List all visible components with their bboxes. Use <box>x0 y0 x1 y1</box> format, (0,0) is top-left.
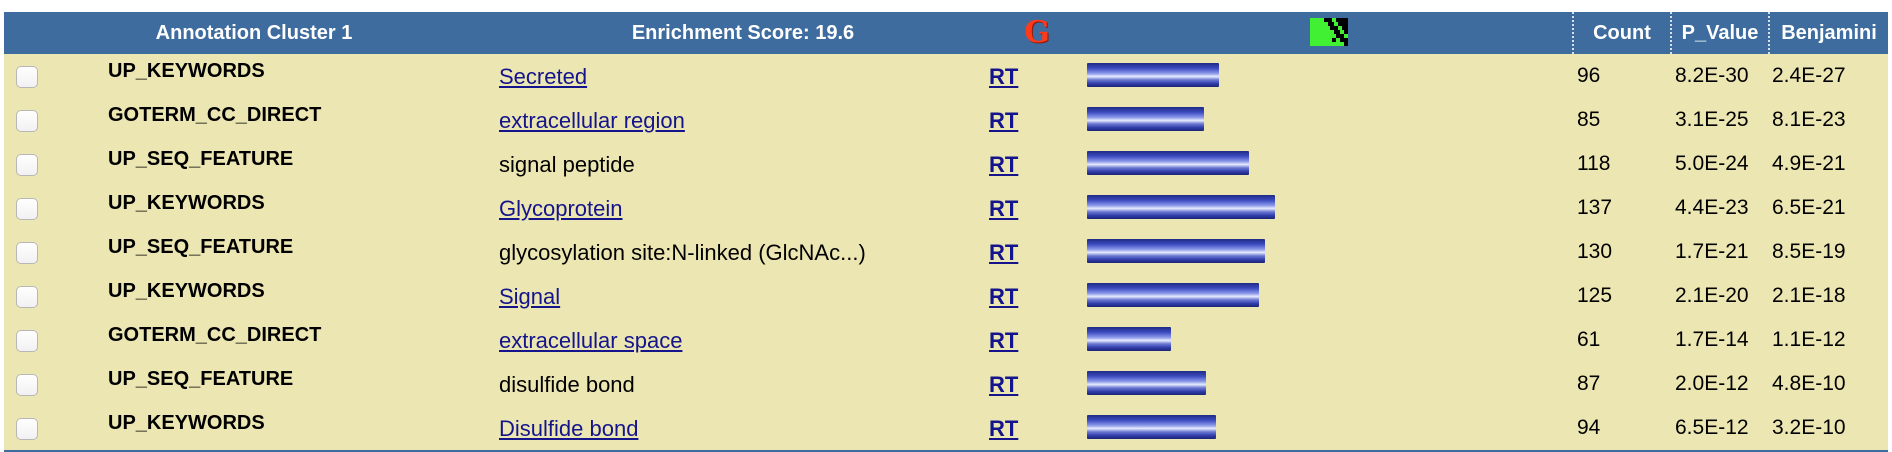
table-row: UP_KEYWORDS Disulfide bond RT 94 6.5E-12 3.2E… <box>4 406 1888 450</box>
enrichment-score: Enrichment Score: 19.6 <box>631 22 855 44</box>
term-link[interactable]: extracellular space <box>499 328 682 354</box>
pvalue-value: 1.7E-21 <box>1675 240 1749 263</box>
benjamini-value: 3.2E-10 <box>1772 416 1846 439</box>
table-row: UP_SEQ_FEATURE signal peptide RT 118 5.0E-24… <box>4 142 1888 186</box>
count-value: 94 <box>1577 416 1601 439</box>
count-bar <box>1087 415 1216 439</box>
count-value: 118 <box>1577 152 1611 175</box>
pvalue-value: 5.0E-24 <box>1675 152 1749 175</box>
count-value: 61 <box>1577 328 1601 351</box>
table-row: UP_SEQ_FEATURE glycosylation site:N-linke… <box>4 230 1888 274</box>
count-value: 130 <box>1577 240 1613 263</box>
count-value: 137 <box>1577 196 1613 219</box>
category-label: UP_KEYWORDS <box>108 60 265 82</box>
table-row: UP_KEYWORDS Glycoprotein RT 137 4.4E-23 6.5E-… <box>4 186 1888 230</box>
benjamini-value: 4.8E-10 <box>1772 372 1846 395</box>
rt-link[interactable]: RT <box>989 64 1018 90</box>
benjamini-value: 6.5E-21 <box>1772 196 1846 219</box>
term-link[interactable]: Glycoprotein <box>499 196 623 222</box>
benjamini-value: 4.9E-21 <box>1772 152 1846 175</box>
pvalue-value: 2.1E-20 <box>1675 284 1749 307</box>
row-checkbox[interactable] <box>16 66 38 88</box>
count-bar <box>1087 151 1249 175</box>
count-bar <box>1087 327 1171 351</box>
term-label: signal peptide <box>499 152 635 177</box>
pvalue-value: 4.4E-23 <box>1675 196 1749 219</box>
count-value: 96 <box>1577 64 1601 87</box>
annotation-cluster-table: Annotation Cluster 1 Enrichment Score: 1… <box>4 12 1888 452</box>
category-label: UP_KEYWORDS <box>108 280 265 302</box>
row-checkbox[interactable] <box>16 374 38 396</box>
term-label: glycosylation site:N-linked (GlcNAc...) <box>499 240 866 265</box>
count-value: 125 <box>1577 284 1613 307</box>
table-row: GOTERM_CC_DIRECT extracellular space RT 61 1… <box>4 318 1888 362</box>
category-label: UP_SEQ_FEATURE <box>108 148 294 170</box>
row-checkbox[interactable] <box>16 198 38 220</box>
category-label: GOTERM_CC_DIRECT <box>108 104 322 126</box>
pvalue-value: 8.2E-30 <box>1675 64 1749 87</box>
table-row: GOTERM_CC_DIRECT extracellular region RT 85… <box>4 98 1888 142</box>
count-bar <box>1087 239 1265 263</box>
row-checkbox[interactable] <box>16 110 38 132</box>
category-label: UP_SEQ_FEATURE <box>108 236 294 258</box>
rt-link[interactable]: RT <box>989 240 1018 266</box>
term-link[interactable]: extracellular region <box>499 108 685 134</box>
term-label: disulfide bond <box>499 372 635 397</box>
rt-link[interactable]: RT <box>989 416 1018 442</box>
pvalue-column-header[interactable]: P_Value <box>1672 12 1768 54</box>
benjamini-value: 1.1E-12 <box>1772 328 1846 351</box>
heatmap-icon[interactable] <box>1310 18 1348 46</box>
row-checkbox[interactable] <box>16 242 38 264</box>
cluster-header: Annotation Cluster 1 Enrichment Score: 1… <box>4 12 1888 54</box>
row-checkbox[interactable] <box>16 286 38 308</box>
count-column-header[interactable]: Count <box>1574 12 1670 54</box>
benjamini-value: 8.1E-23 <box>1772 108 1846 131</box>
cluster-title: Annotation Cluster 1 <box>155 22 353 44</box>
benjamini-value: 2.1E-18 <box>1772 284 1846 307</box>
rt-link[interactable]: RT <box>989 196 1018 222</box>
table-row: UP_KEYWORDS Secreted RT 96 8.2E-30 2.4E-27 <box>4 54 1888 98</box>
term-link[interactable]: Disulfide bond <box>499 416 638 442</box>
count-value: 87 <box>1577 372 1601 395</box>
benjamini-value: 8.5E-19 <box>1772 240 1846 263</box>
gene-list-g-icon[interactable]: G <box>1021 17 1053 49</box>
pvalue-value: 2.0E-12 <box>1675 372 1749 395</box>
row-checkbox[interactable] <box>16 154 38 176</box>
count-bar <box>1087 195 1275 219</box>
rt-link[interactable]: RT <box>989 284 1018 310</box>
pvalue-value: 1.7E-14 <box>1675 328 1749 351</box>
row-checkbox[interactable] <box>16 418 38 440</box>
table-row: UP_SEQ_FEATURE disulfide bond RT 87 2.0E-12 4… <box>4 362 1888 406</box>
count-bar <box>1087 63 1219 87</box>
benjamini-value: 2.4E-27 <box>1772 64 1846 87</box>
rt-link[interactable]: RT <box>989 372 1018 398</box>
rt-link[interactable]: RT <box>989 152 1018 178</box>
term-link[interactable]: Signal <box>499 284 560 310</box>
count-bar <box>1087 283 1259 307</box>
rt-link[interactable]: RT <box>989 328 1018 354</box>
term-link[interactable]: Secreted <box>499 64 587 90</box>
count-bar <box>1087 371 1206 395</box>
pvalue-value: 6.5E-12 <box>1675 416 1749 439</box>
benjamini-column-header[interactable]: Benjamini <box>1770 12 1888 54</box>
pvalue-value: 3.1E-25 <box>1675 108 1749 131</box>
count-value: 85 <box>1577 108 1601 131</box>
rt-link[interactable]: RT <box>989 108 1018 134</box>
row-checkbox[interactable] <box>16 330 38 352</box>
category-label: UP_SEQ_FEATURE <box>108 368 294 390</box>
category-label: UP_KEYWORDS <box>108 192 265 214</box>
category-label: UP_KEYWORDS <box>108 412 265 434</box>
count-bar <box>1087 107 1204 131</box>
cluster-rows: UP_KEYWORDS Secreted RT 96 8.2E-30 2.4E-27 GOT… <box>4 54 1888 450</box>
table-row: UP_KEYWORDS Signal RT 125 2.1E-20 2.1E-18 <box>4 274 1888 318</box>
category-label: GOTERM_CC_DIRECT <box>108 324 322 346</box>
